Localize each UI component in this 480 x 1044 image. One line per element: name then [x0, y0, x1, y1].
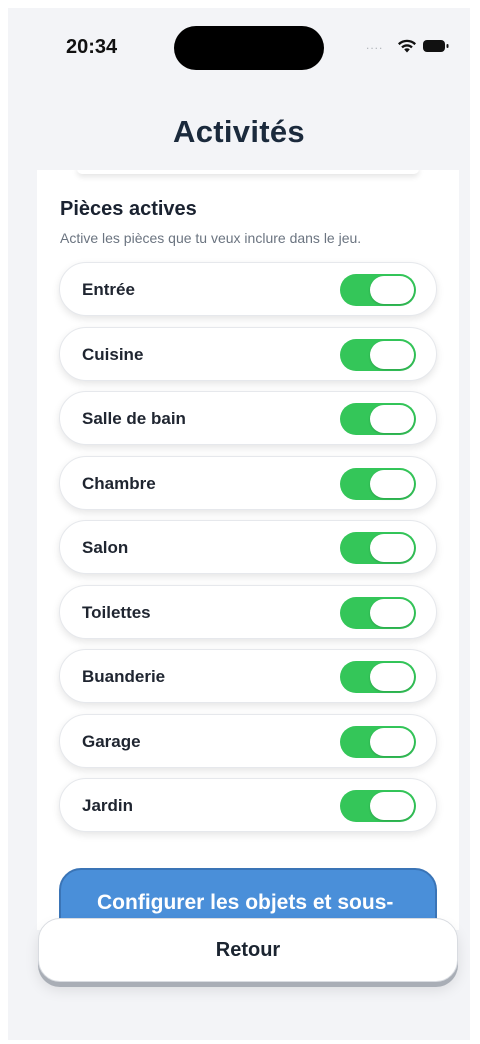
room-toggle[interactable]	[340, 725, 416, 758]
room-row: Cuisine	[59, 326, 437, 381]
room-row: Entrée	[59, 262, 437, 316]
status-time: 20:34	[66, 36, 118, 58]
room-toggle[interactable]	[340, 596, 416, 629]
toggle-knob	[370, 276, 414, 304]
room-row: Salon	[59, 520, 437, 574]
room-label: Salon	[82, 538, 129, 557]
room-label: Toilettes	[82, 602, 151, 622]
room-label: Cuisine	[82, 344, 144, 364]
room-row: Garage	[59, 713, 437, 768]
toggle-knob	[370, 663, 414, 691]
room-label: Buanderie	[82, 667, 166, 686]
toggle-knob	[370, 534, 414, 562]
room-label: Salle de bain	[82, 409, 186, 428]
dynamic-island	[174, 26, 324, 70]
app-screen: 20:34 .... Activités Pièces actives Acti…	[8, 8, 470, 1040]
toggle-knob	[370, 405, 414, 433]
room-toggle[interactable]	[340, 790, 416, 822]
back-button-label: Retour	[215, 939, 281, 961]
room-label: Jardin	[82, 796, 134, 815]
toggle-knob	[370, 792, 414, 820]
previous-card-edge	[77, 170, 419, 174]
room-toggle[interactable]	[340, 338, 416, 371]
room-row: Toilettes	[59, 584, 437, 639]
room-row: Chambre	[59, 455, 437, 510]
room-row: Salle de bain	[59, 391, 437, 445]
wifi-icon	[398, 39, 416, 53]
page-title: Activités	[173, 114, 305, 149]
room-toggle[interactable]	[340, 661, 416, 693]
room-toggle[interactable]	[340, 274, 416, 306]
section-subtitle: Active les pièces que tu veux inclure da…	[60, 230, 362, 246]
toggle-knob	[370, 469, 414, 498]
room-toggle[interactable]	[340, 467, 416, 500]
toggle-knob	[370, 598, 414, 627]
battery-icon	[423, 40, 449, 52]
signal-icon: ....	[366, 38, 384, 52]
room-row: Jardin	[59, 778, 437, 832]
room-row: Buanderie	[59, 649, 437, 703]
room-toggle[interactable]	[340, 532, 416, 564]
room-list: Entrée Cuisine Salle de bain Chambre Salon To…	[59, 262, 437, 843]
room-label: Garage	[82, 731, 141, 751]
room-toggle[interactable]	[340, 403, 416, 435]
room-label: Entrée	[82, 280, 135, 299]
status-bar: 20:34 ....	[8, 8, 470, 88]
toggle-knob	[370, 727, 414, 756]
section-title: Pièces actives	[60, 198, 197, 220]
back-button[interactable]: Retour	[38, 918, 458, 982]
rooms-card[interactable]: Pièces actives Active les pièces que tu …	[37, 170, 459, 930]
room-label: Chambre	[82, 473, 156, 493]
toggle-knob	[370, 340, 414, 369]
